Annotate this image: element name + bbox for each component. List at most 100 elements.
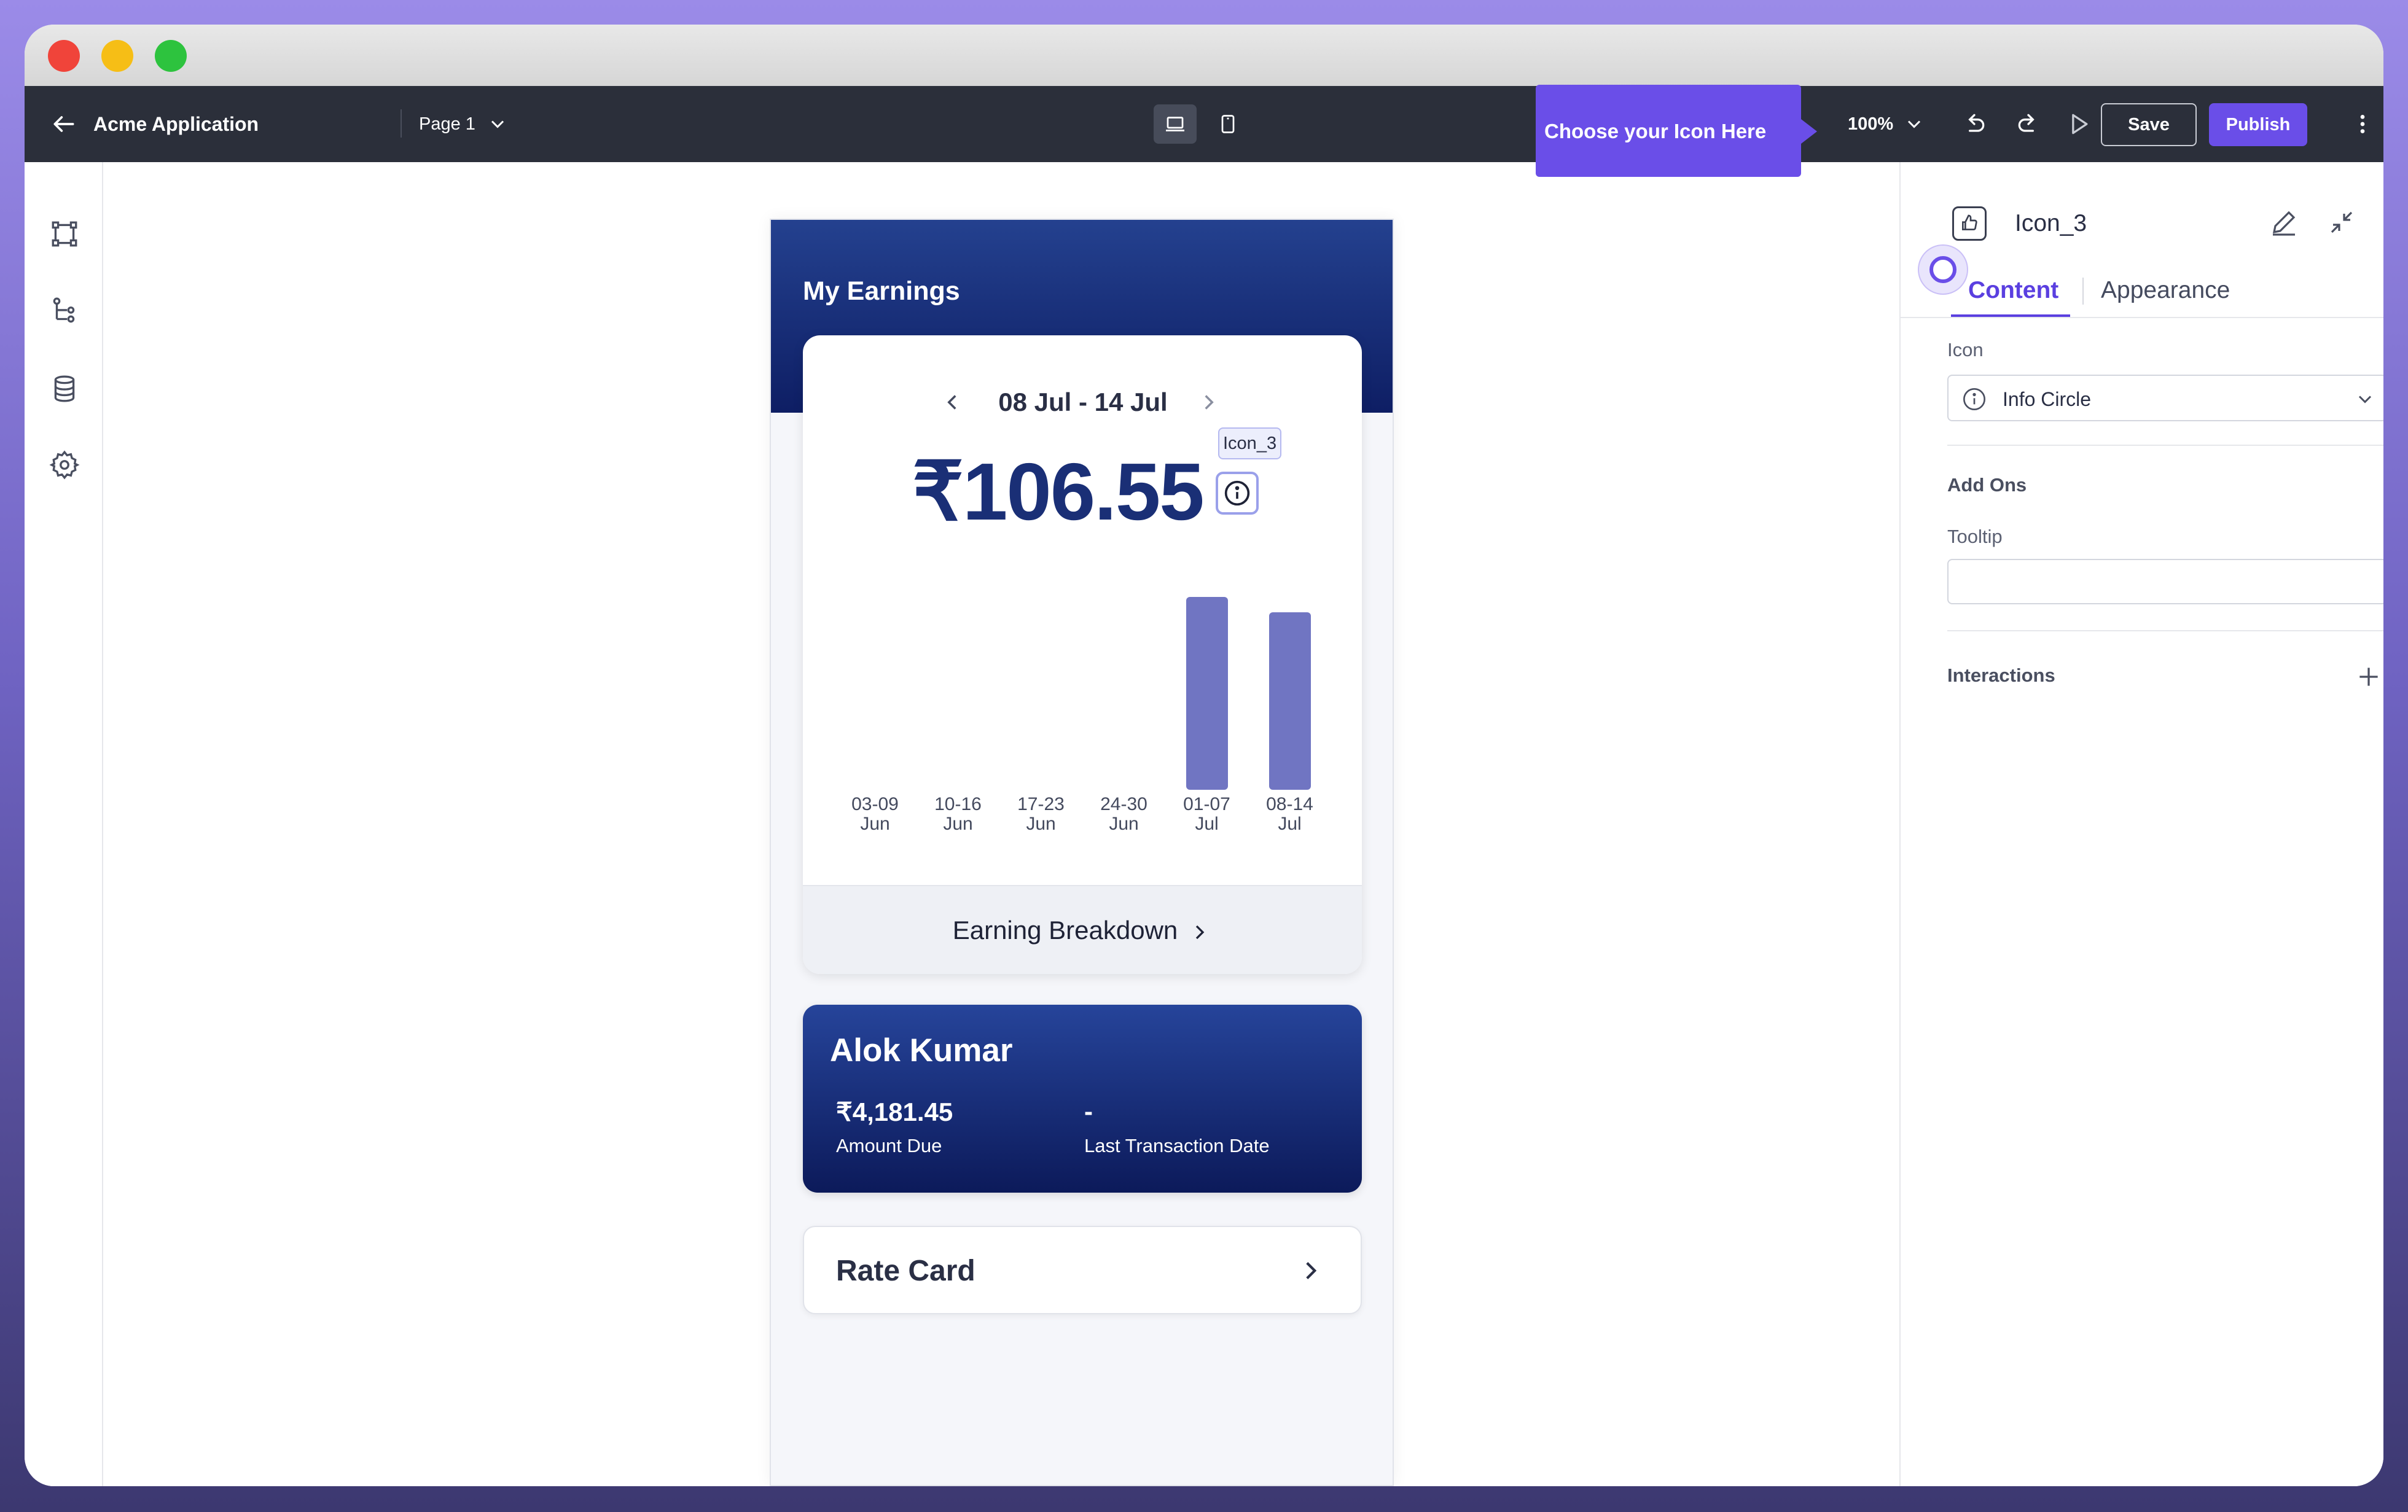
user-summary-card: Alok Kumar ₹4,181.45 Amount Due - Last T… <box>803 1005 1362 1193</box>
bar-label-month: Jul <box>1195 814 1219 834</box>
icon-field-label: Icon <box>1947 339 1984 360</box>
bar-slot <box>1248 587 1331 790</box>
properties-panel: Icon_3 Content Appearance Icon Info Circ… <box>1899 162 2383 1486</box>
toolbar-divider <box>401 109 402 138</box>
minimize-window-button[interactable] <box>101 40 133 72</box>
back-arrow-icon[interactable] <box>50 111 77 138</box>
component-type-icon <box>1952 206 1987 241</box>
add-plus-icon[interactable] <box>2355 663 2382 690</box>
earning-breakdown-link[interactable]: Earning Breakdown <box>803 885 1362 974</box>
bar-label: 03-09 Jun <box>834 795 917 834</box>
bar-label-month: Jun <box>943 814 973 834</box>
bar-label: 10-16 Jun <box>917 795 999 834</box>
publish-button[interactable]: Publish <box>2209 103 2307 146</box>
bar-slot <box>1165 587 1248 790</box>
tab-divider <box>2082 278 2084 305</box>
bar-label-range: 03-09 <box>851 794 899 814</box>
user-name: Alok Kumar <box>830 1032 1013 1069</box>
bar-slot <box>999 587 1082 790</box>
tab-appearance[interactable]: Appearance <box>2101 274 2230 307</box>
laptop-icon <box>1166 117 1184 131</box>
bar-label-month: Jun <box>1109 814 1139 834</box>
earnings-bar-chart <box>834 587 1331 790</box>
earnings-amount: ₹106.55 <box>912 446 1205 537</box>
rate-card-link[interactable]: Rate Card <box>803 1226 1362 1314</box>
info-circle-icon <box>1963 388 1985 410</box>
edit-pencil-icon[interactable] <box>2269 208 2299 237</box>
amount-due-label: Amount Due <box>836 1135 942 1156</box>
chevron-down-icon[interactable] <box>1903 113 1925 135</box>
undo-icon[interactable] <box>1961 111 1988 138</box>
bar-label: 17-23 Jun <box>999 795 1082 834</box>
top-toolbar: Acme Application Page 1 100% Save Publis… <box>25 86 2383 162</box>
tree-structure-icon[interactable] <box>49 296 80 327</box>
collapse-panel-icon[interactable] <box>2327 208 2356 237</box>
bar-label: 01-07 Jul <box>1165 795 1248 834</box>
bar-label-range: 24-30 <box>1100 794 1147 814</box>
more-options-icon[interactable] <box>2350 112 2375 136</box>
app-window: Acme Application Page 1 100% Save Publis… <box>25 25 2383 1486</box>
page-selector[interactable]: Page 1 <box>419 111 475 138</box>
chevron-right-icon <box>1196 925 1205 940</box>
chevron-right-icon <box>1306 1262 1317 1279</box>
chevron-left-icon[interactable] <box>939 389 965 415</box>
app-name: Acme Application <box>93 113 259 135</box>
info-circle-icon <box>1224 480 1250 506</box>
onboarding-tooltip: Choose your Icon Here <box>1536 85 1801 177</box>
tooltip-field-label: Tooltip <box>1947 526 2003 547</box>
frame-icon[interactable] <box>49 219 80 249</box>
thumbs-up-icon <box>1962 214 1977 230</box>
breakdown-label: Earning Breakdown <box>952 916 1178 945</box>
design-canvas[interactable]: My Earnings 08 Jul - 14 Jul ₹106.55 Icon… <box>104 162 1924 1486</box>
hotspot-indicator <box>1918 244 1968 295</box>
amount-due-value: ₹4,181.45 <box>836 1097 953 1126</box>
bar-label: 24-30 Jun <box>1082 795 1165 834</box>
component-name[interactable]: Icon_3 <box>2015 209 2087 238</box>
selected-info-icon[interactable] <box>1216 472 1259 515</box>
bar-label-month: Jul <box>1278 814 1302 834</box>
add-ons-heading: Add Ons <box>1947 474 2027 496</box>
page-title: My Earnings <box>803 276 960 306</box>
bar-label-range: 08-14 <box>1266 794 1313 814</box>
bar[interactable] <box>1268 612 1311 790</box>
bar[interactable] <box>1186 597 1228 790</box>
last-transaction-label: Last Transaction Date <box>1084 1135 1270 1156</box>
bar-slot <box>834 587 917 790</box>
chevron-right-icon[interactable] <box>1196 389 1222 415</box>
bar-label-month: Jun <box>860 814 890 834</box>
zoom-level[interactable]: 100% <box>1848 111 1893 138</box>
chevron-down-icon[interactable] <box>487 113 509 135</box>
section-divider <box>1947 445 2383 446</box>
bar-label-month: Jun <box>1026 814 1056 834</box>
tooltip-text: Choose your Icon Here <box>1544 120 1767 142</box>
mobile-view-button[interactable] <box>1206 104 1249 144</box>
bar-slot <box>917 587 999 790</box>
phone-icon <box>1221 115 1235 133</box>
left-sidebar <box>25 162 103 1486</box>
tabs-divider <box>1901 317 2383 318</box>
icon-select-value: Info Circle <box>2003 388 2092 410</box>
last-transaction-value: - <box>1084 1097 1093 1126</box>
tooltip-input[interactable] <box>1947 559 2383 604</box>
maximize-window-button[interactable] <box>155 40 187 72</box>
bar-slot <box>1082 587 1165 790</box>
close-window-button[interactable] <box>48 40 80 72</box>
phone-preview: My Earnings 08 Jul - 14 Jul ₹106.55 Icon… <box>770 219 1394 1486</box>
selected-component-tag: Icon_3 <box>1218 427 1282 459</box>
tab-content[interactable]: Content <box>1968 274 2058 307</box>
save-button[interactable]: Save <box>2101 103 2197 146</box>
earnings-card: 08 Jul - 14 Jul ₹106.55 Icon_3 03-09 Jun 1… <box>803 335 1362 974</box>
bar-label-range: 17-23 <box>1017 794 1065 814</box>
icon-select[interactable]: Info Circle <box>1947 375 2383 421</box>
settings-gear-icon[interactable] <box>49 450 80 480</box>
bar-label: 08-14 Jul <box>1248 795 1331 834</box>
desktop-view-button[interactable] <box>1154 104 1197 144</box>
interactions-heading: Interactions <box>1947 664 2055 686</box>
bar-label-range: 10-16 <box>934 794 982 814</box>
tooltip-arrow <box>1801 119 1817 144</box>
section-divider <box>1947 630 2383 631</box>
chevron-down-icon <box>2358 396 2372 403</box>
play-preview-icon[interactable] <box>2065 111 2092 138</box>
redo-icon[interactable] <box>2015 111 2042 138</box>
database-icon[interactable] <box>49 373 80 404</box>
